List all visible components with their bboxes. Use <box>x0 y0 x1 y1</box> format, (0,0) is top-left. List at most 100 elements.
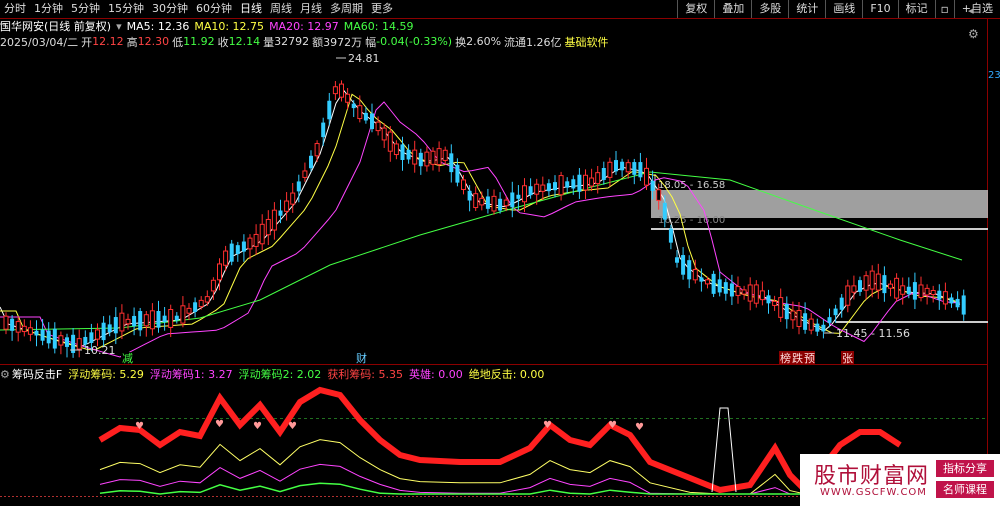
indicator-menu-icon[interactable]: ⚙ <box>0 368 10 381</box>
candle-body <box>339 83 344 98</box>
candle-body <box>705 279 710 285</box>
candle-body <box>875 273 881 291</box>
candle-body <box>327 100 332 120</box>
candle-body <box>766 295 771 304</box>
low2-price-label: 11.45 - 11.56 <box>836 327 910 340</box>
candle-body <box>534 183 540 195</box>
candle-body <box>10 318 15 331</box>
candle-body <box>583 174 588 191</box>
candle-body <box>650 180 655 191</box>
candle-body <box>565 181 570 188</box>
event-tag-finance[interactable]: 财 <box>356 351 367 365</box>
hero-marker-icon: ♥ <box>215 419 224 430</box>
indicator-name[interactable]: 筹码反击F <box>12 366 62 382</box>
candle-body <box>558 175 564 196</box>
candle-body <box>351 103 356 109</box>
hero-marker-icon: ♥ <box>543 420 552 431</box>
candle-body <box>381 127 387 141</box>
candle-body <box>753 284 759 304</box>
candle-body <box>595 172 601 185</box>
candle-body <box>784 303 789 320</box>
candle-body <box>387 131 393 152</box>
gap-box-upper <box>651 190 988 218</box>
high-price-label: 24.81 <box>348 52 380 65</box>
candle-body <box>540 184 546 192</box>
candle-body <box>253 233 259 247</box>
candle-body <box>553 182 557 191</box>
candle-body <box>162 315 167 323</box>
candle-body <box>296 181 301 192</box>
candle-body <box>424 151 430 167</box>
candle-body <box>937 290 942 300</box>
candle-body <box>58 335 64 346</box>
candle-body <box>869 270 875 290</box>
candle-body <box>204 296 210 303</box>
candle-body <box>723 282 728 294</box>
gap-label-lower: 16.25 - 16.00 <box>658 215 725 226</box>
hero-marker-icon: ♥ <box>608 420 617 431</box>
event-tag-reduce[interactable]: 减 <box>122 352 133 365</box>
candle-body <box>498 198 503 211</box>
candle-body <box>961 295 966 315</box>
candle-body <box>614 160 618 172</box>
event-tag-fall[interactable]: 跌 <box>792 351 803 365</box>
candle-body <box>863 275 869 291</box>
candle-body <box>40 329 45 341</box>
watermark-badge-share[interactable]: 指标分享 <box>936 460 994 477</box>
candle-body <box>442 149 448 161</box>
candle-body <box>449 153 454 173</box>
event-tag-rise[interactable]: 张 <box>842 352 853 365</box>
indicator-lines: ♥ ♥ ♥ ♥ ♥ ♥ ♥ <box>98 386 902 495</box>
hero-marker-icon: ♥ <box>288 421 297 432</box>
candle-body <box>284 200 290 212</box>
candle-body <box>656 189 662 201</box>
candle-body <box>357 105 363 120</box>
candle-body <box>467 190 472 201</box>
candle-body <box>571 179 576 189</box>
profit-chip-line <box>98 386 902 495</box>
kline-chart[interactable]: ⚙ ◂ 23 18.05 - 16.58 16.25 - 16.00 24.81… <box>0 0 1000 506</box>
candle-body <box>321 122 326 138</box>
candle-body <box>503 199 509 207</box>
candle-body <box>271 209 277 231</box>
candle-body <box>699 277 704 282</box>
settings-icon[interactable]: ⚙ <box>968 27 979 41</box>
candle-body <box>888 283 893 289</box>
candle-body <box>113 317 118 334</box>
candle-body <box>21 325 27 333</box>
hero-label: 英雄: 0.00 <box>409 368 463 381</box>
float-chip2-label: 浮动筹码2: 2.02 <box>238 368 322 381</box>
gap-label-upper: 18.05 - 16.58 <box>658 180 725 191</box>
candle-body <box>375 121 381 132</box>
event-tag-forecast[interactable]: 预 <box>804 352 815 365</box>
candle-body <box>180 305 186 324</box>
candle-body <box>955 298 960 308</box>
candle-body <box>363 112 368 121</box>
profit-chip-label: 获利筹码: 5.35 <box>327 368 404 381</box>
candle-body <box>27 327 33 335</box>
event-tag-list[interactable]: 榜 <box>780 351 791 365</box>
candle-body <box>522 185 527 203</box>
candle-body <box>692 268 698 281</box>
counterattack-spike <box>711 407 737 493</box>
hero-marker-icon: ♥ <box>253 421 262 432</box>
watermark-badge-course[interactable]: 名师课程 <box>936 481 994 498</box>
candle-body <box>839 297 844 310</box>
candle-body <box>516 194 521 199</box>
candle-body <box>436 148 442 166</box>
menu-left-icon[interactable]: ◂ <box>968 4 974 17</box>
candle-body <box>15 321 21 333</box>
candle-body <box>803 313 808 330</box>
candle-body <box>485 196 490 209</box>
candle-body <box>107 324 112 333</box>
candle-body <box>845 285 851 306</box>
candle-body <box>210 279 216 292</box>
candle-body <box>314 143 320 157</box>
watermark-url: WWW.GSCFW.COM <box>820 487 927 498</box>
candle-body <box>930 289 936 296</box>
low-price-label: 10.21 <box>84 344 116 357</box>
candle-body <box>858 280 862 292</box>
candle-body <box>223 250 229 266</box>
candle-body <box>808 318 814 331</box>
candle-body <box>309 155 313 169</box>
